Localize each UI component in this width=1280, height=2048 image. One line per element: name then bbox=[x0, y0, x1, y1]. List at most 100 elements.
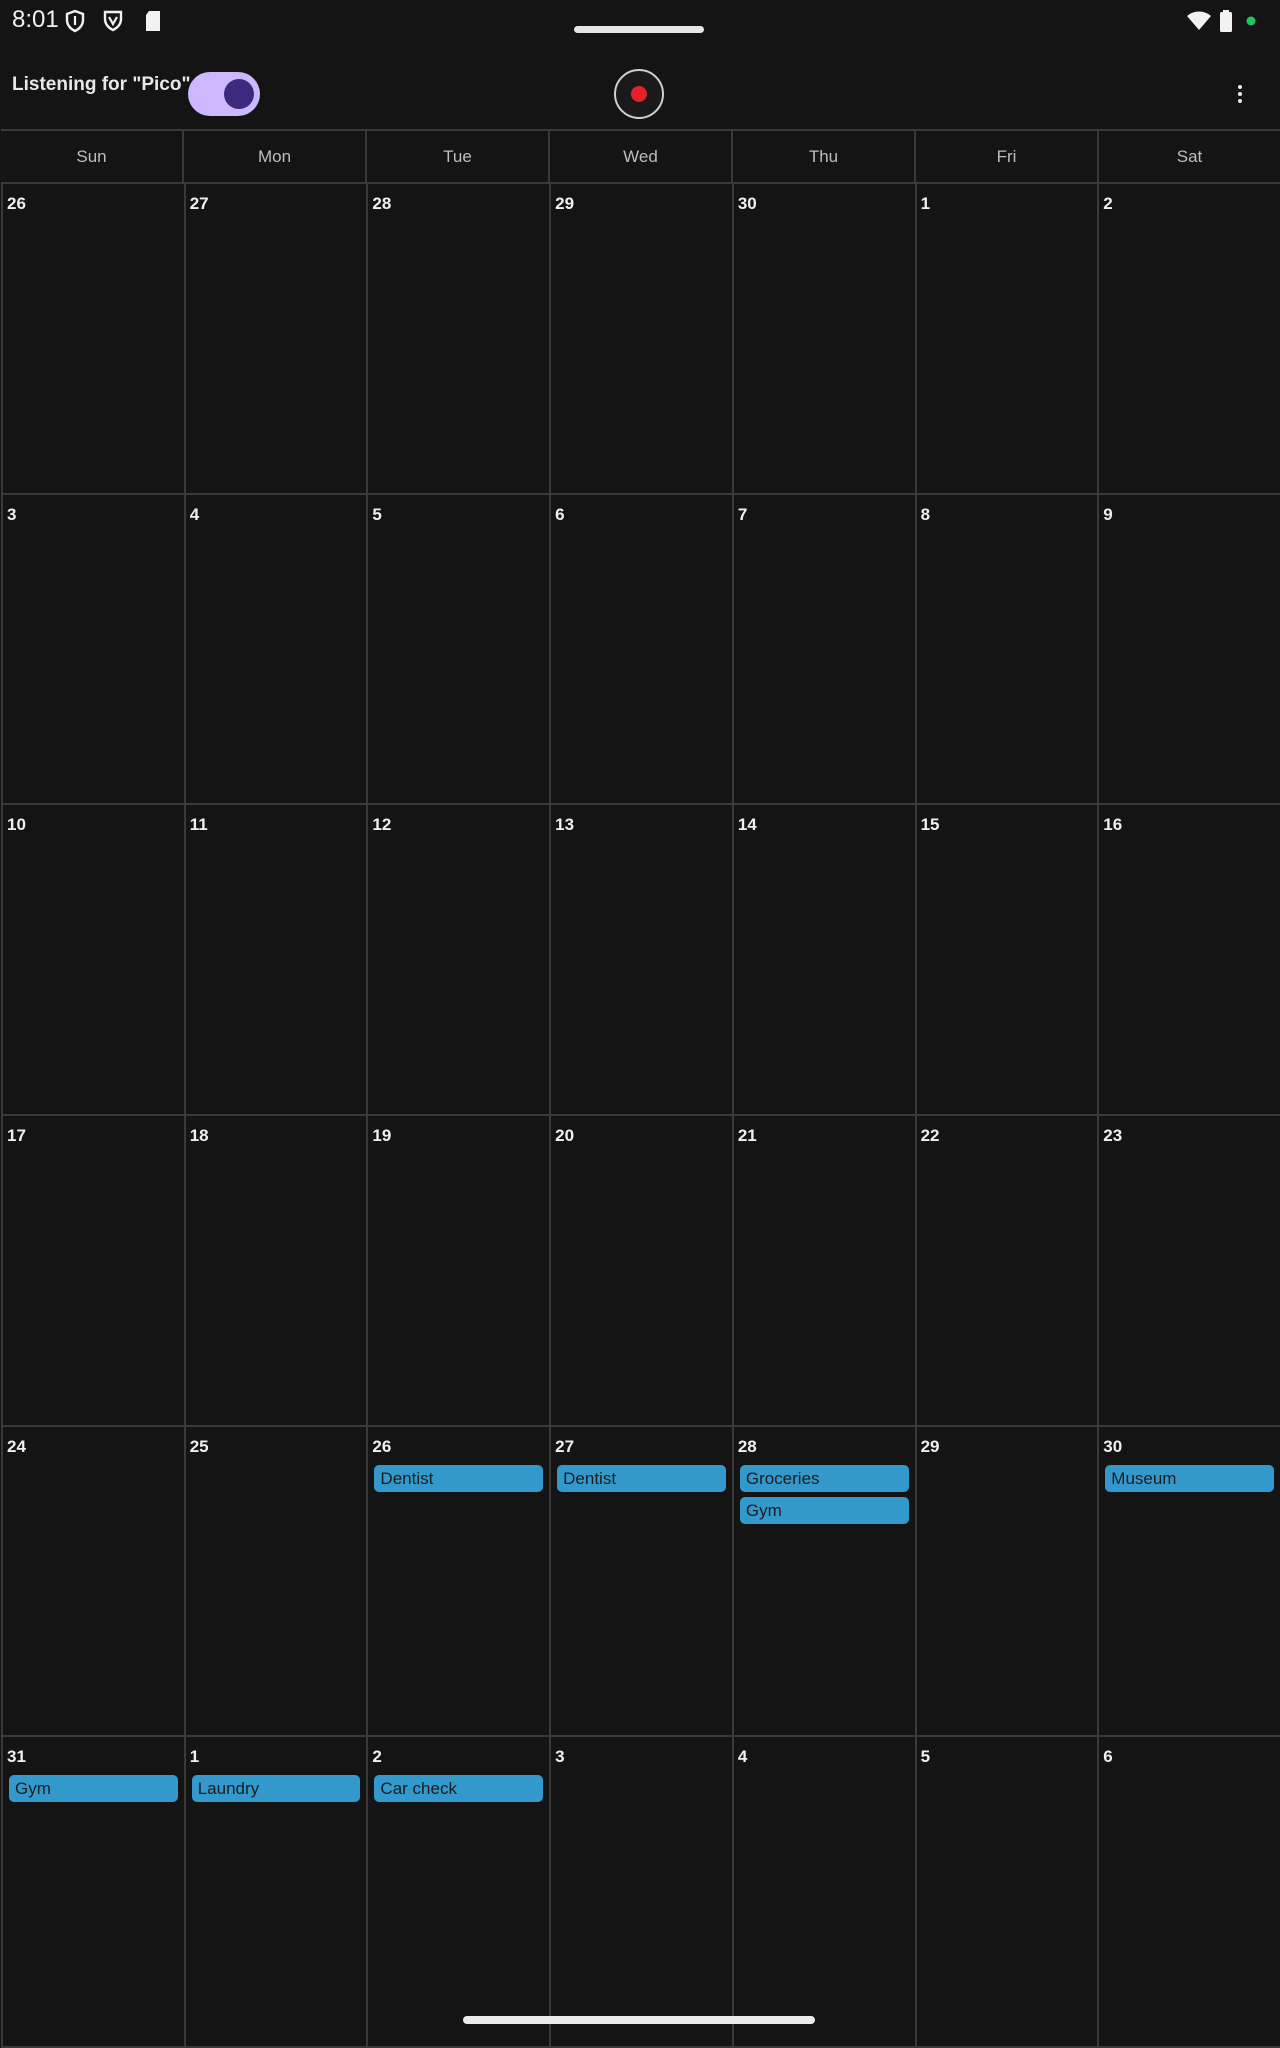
day-cell[interactable]: 18 bbox=[183, 1115, 367, 1427]
weekday-tue: Tue bbox=[365, 131, 548, 182]
day-cell[interactable]: 31 Gym bbox=[1, 1737, 184, 2048]
battery-icon bbox=[1220, 10, 1232, 32]
day-cell[interactable]: 29 bbox=[549, 184, 732, 495]
toggle-knob bbox=[224, 79, 254, 109]
day-number: 4 bbox=[737, 1747, 748, 1767]
event-chip[interactable]: Dentist bbox=[374, 1464, 544, 1492]
calendar-grid: 26 27 28 29 30 1 2 3 4 5 6 7 8 9 10 11 12 13 14 15 16 17 18 19 2… bbox=[1, 184, 1280, 2048]
day-number: 8 bbox=[920, 504, 931, 524]
day-cell[interactable]: 17 bbox=[1, 1115, 184, 1427]
day-number: 29 bbox=[555, 194, 575, 213]
day-number: 2 bbox=[372, 1747, 382, 1767]
month-calendar: Sun Mon Tue Wed Thu Fri Sat 26 27 28 29 30 1 2 3 4 5 6 7 8… bbox=[1, 129, 1280, 2048]
day-cell[interactable]: 26 Dentist bbox=[366, 1426, 550, 1738]
day-cell[interactable]: 1 bbox=[914, 184, 1098, 495]
day-cell[interactable]: 22 bbox=[914, 1115, 1098, 1427]
day-cell[interactable]: 4 bbox=[183, 494, 367, 806]
day-cell[interactable]: 16 bbox=[1097, 805, 1280, 1116]
day-cell[interactable]: 6 bbox=[549, 494, 732, 806]
navigation-handle[interactable] bbox=[463, 2016, 815, 2024]
day-cell[interactable]: 8 bbox=[914, 494, 1098, 806]
day-number: 1 bbox=[920, 194, 931, 213]
day-number: 10 bbox=[7, 815, 26, 835]
day-cell[interactable]: 3 bbox=[549, 1737, 732, 2048]
day-cell[interactable]: 4 bbox=[731, 1737, 915, 2048]
event-chip[interactable]: Gym bbox=[9, 1775, 178, 1803]
weekday-sat: Sat bbox=[1097, 131, 1280, 182]
day-number: 27 bbox=[555, 1436, 575, 1456]
day-cell[interactable]: 24 bbox=[1, 1426, 184, 1738]
day-number: 18 bbox=[189, 1125, 209, 1145]
day-number: 2 bbox=[1103, 194, 1113, 213]
day-number: 20 bbox=[555, 1125, 575, 1145]
event-chip[interactable]: Laundry bbox=[191, 1775, 361, 1803]
day-number: 31 bbox=[7, 1747, 26, 1767]
more-vert-icon bbox=[1238, 85, 1242, 89]
day-cell[interactable]: 28 bbox=[366, 184, 550, 495]
listening-toggle[interactable] bbox=[188, 72, 260, 116]
day-number: 6 bbox=[555, 504, 565, 524]
day-cell[interactable]: 27 Dentist bbox=[549, 1426, 732, 1738]
day-number: 30 bbox=[737, 194, 757, 213]
top-drag-handle[interactable] bbox=[574, 26, 704, 33]
day-number: 14 bbox=[737, 815, 757, 835]
day-cell[interactable]: 25 bbox=[183, 1426, 367, 1738]
day-number: 11 bbox=[189, 815, 208, 835]
day-cell[interactable]: 10 bbox=[1, 805, 184, 1116]
day-cell[interactable]: 5 bbox=[914, 1737, 1098, 2048]
day-cell[interactable]: 15 bbox=[914, 805, 1098, 1116]
day-cell[interactable]: 20 bbox=[549, 1115, 732, 1427]
event-chip[interactable]: Groceries bbox=[739, 1464, 909, 1492]
day-cell[interactable]: 28 Groceries Gym bbox=[731, 1426, 915, 1738]
day-cell[interactable]: 2 bbox=[1097, 184, 1280, 495]
day-number: 22 bbox=[920, 1125, 940, 1145]
day-cell[interactable]: 12 bbox=[366, 805, 550, 1116]
day-number: 29 bbox=[920, 1436, 940, 1456]
day-cell[interactable]: 14 bbox=[731, 805, 915, 1116]
day-number: 23 bbox=[1103, 1125, 1123, 1145]
day-cell[interactable]: 21 bbox=[731, 1115, 915, 1427]
day-cell[interactable]: 3 bbox=[1, 494, 184, 806]
day-number: 24 bbox=[7, 1436, 26, 1456]
day-number: 26 bbox=[7, 194, 26, 213]
day-cell[interactable]: 23 bbox=[1097, 1115, 1280, 1427]
day-cell[interactable]: 5 bbox=[366, 494, 550, 806]
day-number: 17 bbox=[7, 1125, 26, 1145]
day-cell[interactable]: 19 bbox=[366, 1115, 550, 1427]
status-time: 8:01 bbox=[12, 6, 59, 33]
day-cell[interactable]: 7 bbox=[731, 494, 915, 806]
day-number: 5 bbox=[920, 1747, 931, 1767]
day-cell[interactable]: 11 bbox=[183, 805, 367, 1116]
day-number: 13 bbox=[555, 815, 575, 835]
weekday-wed: Wed bbox=[548, 131, 731, 182]
day-number: 6 bbox=[1103, 1747, 1113, 1767]
weekday-sun: Sun bbox=[76, 146, 107, 166]
shield-icon bbox=[65, 9, 85, 33]
day-cell[interactable]: 9 bbox=[1097, 494, 1280, 806]
day-cell[interactable]: 29 bbox=[914, 1426, 1098, 1738]
day-number: 28 bbox=[737, 1436, 757, 1456]
record-button[interactable] bbox=[614, 69, 664, 119]
shield-v-icon bbox=[103, 10, 123, 32]
day-number: 27 bbox=[189, 194, 209, 213]
day-cell[interactable]: 26 bbox=[1, 184, 184, 495]
day-cell[interactable]: 6 bbox=[1097, 1737, 1280, 2048]
event-chip[interactable]: Car check bbox=[374, 1775, 544, 1803]
day-number: 26 bbox=[372, 1436, 392, 1456]
day-cell[interactable]: 1 Laundry bbox=[183, 1737, 367, 2048]
day-number: 5 bbox=[372, 504, 382, 524]
day-cell[interactable]: 13 bbox=[549, 805, 732, 1116]
event-chip[interactable]: Gym bbox=[739, 1496, 909, 1524]
weekday-mon: Mon bbox=[182, 131, 365, 182]
day-number: 30 bbox=[1103, 1436, 1123, 1456]
day-cell[interactable]: 30 bbox=[731, 184, 915, 495]
day-cell[interactable]: 2 Car check bbox=[366, 1737, 550, 2048]
event-chip[interactable]: Dentist bbox=[557, 1464, 726, 1492]
event-chip[interactable]: Museum bbox=[1105, 1464, 1274, 1492]
day-cell[interactable]: 30 Museum bbox=[1097, 1426, 1280, 1738]
more-options-button[interactable] bbox=[1228, 72, 1252, 116]
day-cell[interactable]: 27 bbox=[183, 184, 367, 495]
day-number: 16 bbox=[1103, 815, 1123, 835]
day-number: 7 bbox=[737, 504, 748, 524]
day-number: 3 bbox=[555, 1747, 565, 1767]
